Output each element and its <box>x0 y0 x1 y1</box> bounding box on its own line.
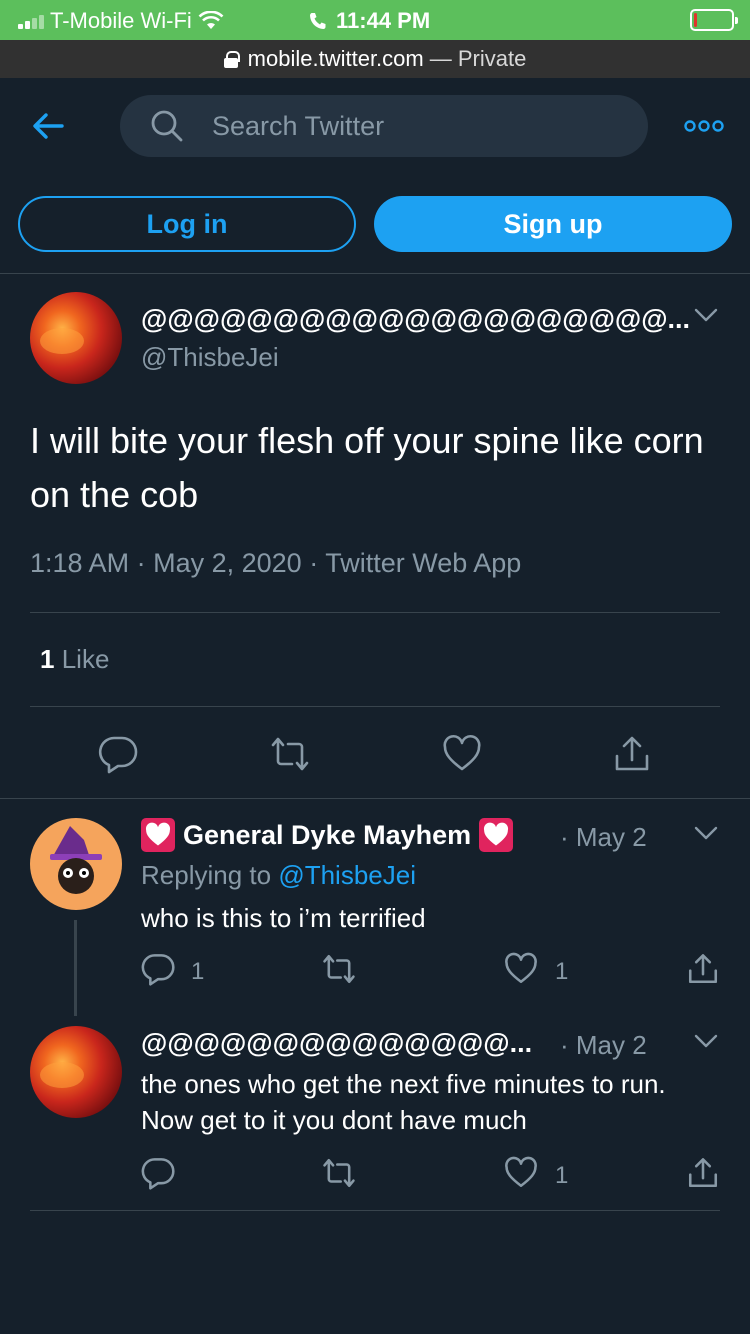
meta-separator: · <box>309 548 319 578</box>
tweet-meta: 1:18 AM · May 2, 2020 · Twitter Web App <box>30 548 521 579</box>
reply-date[interactable]: · May 2 <box>560 1030 647 1061</box>
private-mode-label: — Private <box>429 46 527 71</box>
like-count: 1 <box>555 1162 569 1189</box>
carrier-info: T-Mobile Wi-Fi <box>18 8 224 34</box>
meta-divider <box>30 612 720 613</box>
avatar[interactable] <box>30 1026 122 1118</box>
battery-level <box>694 13 697 27</box>
share-icon[interactable] <box>612 734 652 774</box>
tweet-source[interactable]: Twitter Web App <box>325 548 521 578</box>
mention-link[interactable]: @ThisbeJei <box>278 860 416 890</box>
reply-icon[interactable] <box>141 1156 175 1190</box>
like-count: 1 <box>555 958 569 985</box>
battery-icon <box>690 9 738 31</box>
stats-divider <box>30 706 720 707</box>
reply-text: the ones who get the next five minutes t… <box>141 1069 666 1135</box>
url-bar[interactable]: mobile.twitter.com — Private <box>0 40 750 78</box>
tweet-time[interactable]: 1:18 AM <box>30 548 129 578</box>
search-icon <box>151 110 183 142</box>
meta-separator: · <box>136 548 146 578</box>
heart-icon[interactable] <box>504 1156 538 1190</box>
heart-icon[interactable] <box>442 734 482 774</box>
tweet-text: I will bite your flesh off your spine li… <box>30 420 704 515</box>
retweet-icon[interactable] <box>270 734 310 774</box>
more-options-icon[interactable] <box>684 118 724 134</box>
signal-icon <box>18 13 44 29</box>
reply-date[interactable]: · May 2 <box>560 822 647 853</box>
reply-text: who is this to i’m terrified <box>141 903 426 933</box>
phone-icon <box>310 13 326 29</box>
like-count: 1 <box>40 644 55 674</box>
back-arrow-icon[interactable] <box>30 108 66 144</box>
carrier-label: T-Mobile Wi-Fi <box>50 8 192 33</box>
replying-to: Replying to @ThisbeJei <box>141 860 416 891</box>
author-handle[interactable]: @ThisbeJei <box>141 342 279 373</box>
retweet-icon[interactable] <box>322 952 356 986</box>
author-display-name[interactable]: @@@@@@@@@@@@@@@@@@@@... <box>141 304 690 335</box>
chevron-down-icon[interactable] <box>694 826 718 840</box>
signup-button[interactable]: Sign up <box>374 196 732 252</box>
heart-emoji-icon <box>479 818 514 852</box>
time-label: 11:44 PM <box>336 8 431 33</box>
replying-label: Replying to <box>141 860 272 890</box>
reply-author-name[interactable]: @@@@@@@@@@@@@@... <box>141 1028 532 1059</box>
search-input[interactable]: Search Twitter <box>120 95 648 157</box>
chevron-down-icon[interactable] <box>694 308 718 322</box>
search-placeholder: Search Twitter <box>212 110 385 141</box>
reply-author-name: General Dyke Mayhem <box>183 819 472 850</box>
status-bar: T-Mobile Wi-Fi 11:44 PM <box>0 0 750 40</box>
heart-icon[interactable] <box>504 952 538 986</box>
url-domain: mobile.twitter.com <box>247 46 424 71</box>
header-divider <box>0 273 750 274</box>
reply-count: 1 <box>191 958 205 985</box>
tweet-divider <box>0 798 750 799</box>
reply-icon[interactable] <box>141 952 175 986</box>
tweet-date[interactable]: May 2, 2020 <box>153 548 302 578</box>
chevron-down-icon[interactable] <box>694 1034 718 1048</box>
heart-emoji-icon <box>141 818 175 852</box>
login-button[interactable]: Log in <box>18 196 356 252</box>
thread-line <box>74 920 77 1016</box>
share-icon[interactable] <box>686 1156 720 1190</box>
retweet-icon[interactable] <box>322 1156 356 1190</box>
avatar[interactable] <box>30 292 122 384</box>
reply-divider <box>30 1210 720 1211</box>
share-icon[interactable] <box>686 952 720 986</box>
like-label: Like <box>61 644 110 674</box>
witch-hat-icon <box>50 826 102 894</box>
wifi-icon <box>198 11 224 29</box>
reply-icon[interactable] <box>98 734 138 774</box>
lock-icon <box>223 51 240 68</box>
like-stats[interactable]: 1 Like <box>40 644 109 675</box>
clock: 11:44 PM <box>308 8 430 34</box>
reply-author[interactable]: General Dyke Mayhem <box>141 818 514 852</box>
avatar[interactable] <box>30 818 122 910</box>
